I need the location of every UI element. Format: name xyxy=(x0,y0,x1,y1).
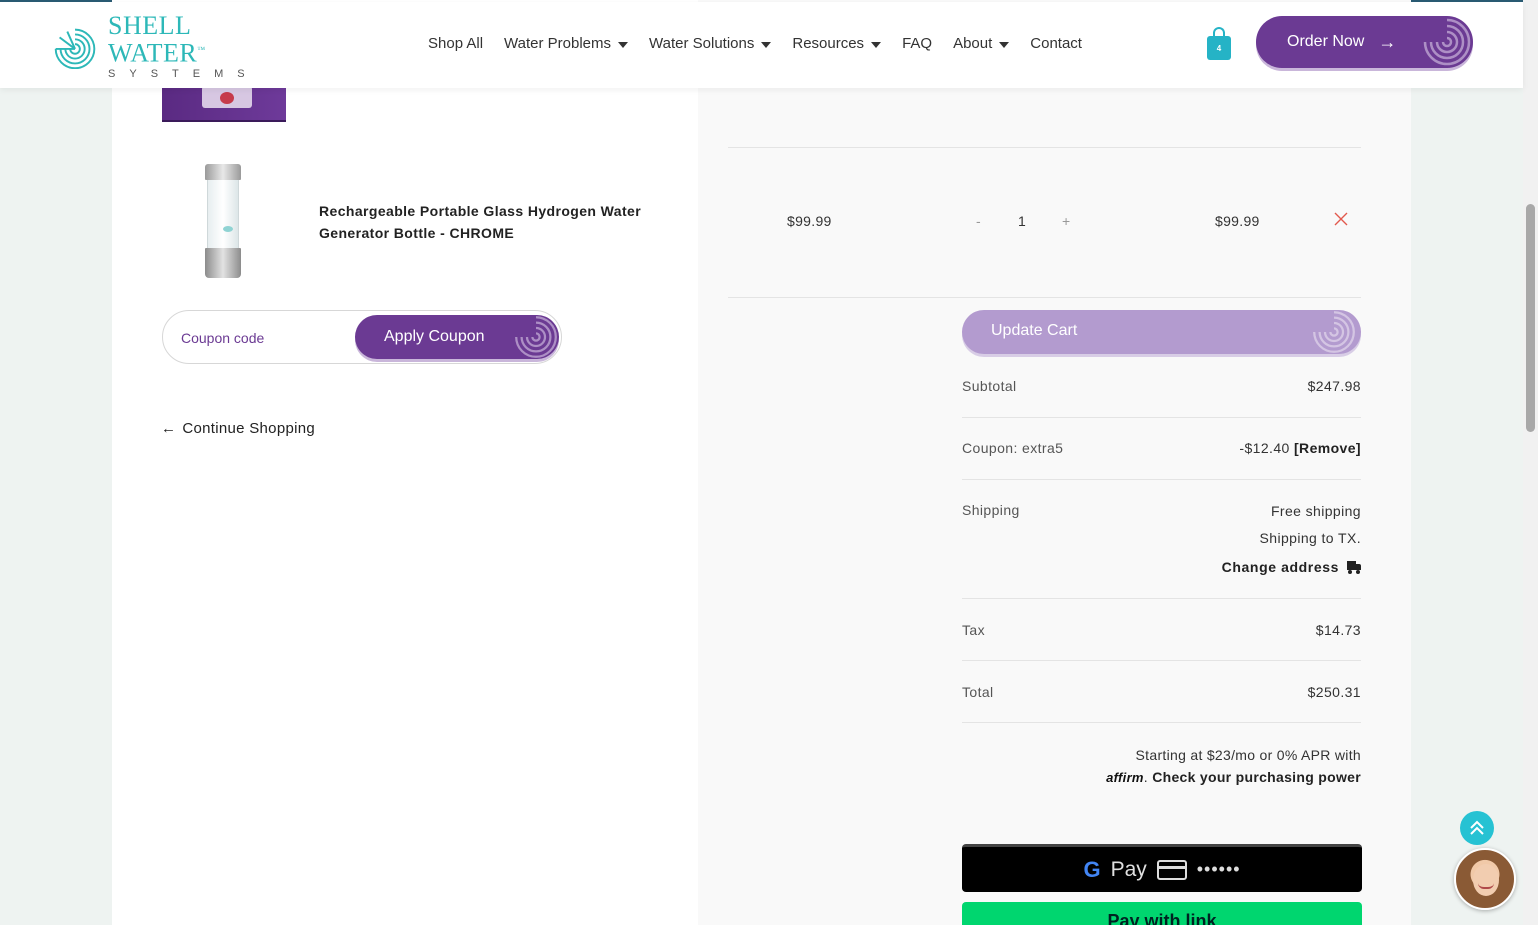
nav-water-problems[interactable]: Water Problems xyxy=(504,35,629,52)
qty-increment-button[interactable]: + xyxy=(1062,213,1070,229)
coupon-label: Coupon: extra5 xyxy=(962,440,1064,456)
subtotal-value: $247.98 xyxy=(1307,378,1361,394)
cart-bag-icon[interactable]: 4 xyxy=(1207,26,1231,60)
arrow-left-icon: ← xyxy=(161,420,177,437)
change-address-label: Change address xyxy=(1221,559,1339,575)
totals-divider xyxy=(962,479,1361,480)
nav-about[interactable]: About xyxy=(953,35,1010,52)
totals-divider xyxy=(962,722,1361,723)
shipping-label: Shipping xyxy=(962,502,1020,518)
total-value: $250.31 xyxy=(1307,684,1361,700)
google-g-icon: G xyxy=(1083,856,1101,882)
shell-decoration-icon xyxy=(1313,311,1355,353)
chat-agent-avatar[interactable] xyxy=(1454,848,1516,910)
truck-icon xyxy=(1347,561,1361,574)
card-mask-dots: •••••• xyxy=(1196,859,1241,879)
logo-trademark: ™ xyxy=(197,45,206,55)
site-header: SHELL WATER™ SYSTEMS Shop All Water Prob… xyxy=(0,2,1523,88)
affirm-promo-text: Starting at $23/mo or 0% APR with xyxy=(1135,747,1361,763)
remove-coupon-link[interactable]: [Remove] xyxy=(1294,440,1361,456)
google-pay-button[interactable]: G Pay •••••• xyxy=(962,844,1362,892)
tax-value: $14.73 xyxy=(1315,622,1361,638)
affirm-check-link[interactable]: Check your purchasing power xyxy=(1152,769,1361,785)
scrollbar-thumb[interactable] xyxy=(1526,204,1535,432)
coupon-discount: -$12.40 [Remove] xyxy=(1239,440,1361,456)
nav-resources[interactable]: Resources xyxy=(792,35,882,52)
row-divider xyxy=(728,297,1361,298)
pay-with-link-button[interactable]: Pay with link xyxy=(962,902,1362,925)
row-divider xyxy=(728,147,1361,148)
page-scrollbar[interactable] xyxy=(1523,0,1538,925)
product-image-bottle[interactable] xyxy=(203,164,243,280)
totals-divider xyxy=(962,417,1361,418)
main-nav: Shop All Water Problems Water Solutions … xyxy=(428,35,1082,52)
coupon-form: Apply Coupon xyxy=(162,310,562,364)
apply-coupon-label: Apply Coupon xyxy=(384,328,485,345)
double-chevron-up-icon xyxy=(1470,820,1484,835)
total-label: Total xyxy=(962,684,994,700)
continue-shopping-link[interactable]: ← Continue Shopping xyxy=(161,420,315,437)
totals-divider xyxy=(962,598,1361,599)
shell-decoration-icon xyxy=(515,316,557,358)
logo-main-text: SHELL WATER xyxy=(108,11,198,68)
nav-water-solutions[interactable]: Water Solutions xyxy=(649,35,772,52)
pay-with-link-label: Pay with link xyxy=(1107,911,1217,925)
change-address-link[interactable]: Change address xyxy=(1222,559,1361,575)
item-price: $99.99 xyxy=(787,213,832,229)
qty-decrement-button[interactable]: - xyxy=(976,213,981,229)
cart-count-badge: 4 xyxy=(1207,36,1231,60)
caret-down-icon xyxy=(761,41,772,48)
nav-faq[interactable]: FAQ xyxy=(902,35,932,52)
nav-shop-all[interactable]: Shop All xyxy=(428,35,483,52)
apply-coupon-button[interactable]: Apply Coupon xyxy=(355,315,559,359)
caret-down-icon xyxy=(871,41,882,48)
tax-label: Tax xyxy=(962,622,985,638)
site-logo[interactable]: SHELL WATER™ SYSTEMS xyxy=(48,13,288,80)
nav-contact[interactable]: Contact xyxy=(1030,35,1082,52)
order-now-label: Order Now xyxy=(1287,33,1365,50)
remove-item-icon[interactable] xyxy=(1333,211,1349,227)
shell-logo-icon xyxy=(54,28,96,69)
logo-sub-text: SYSTEMS xyxy=(108,67,259,80)
cart-items-panel xyxy=(112,0,698,925)
order-now-button[interactable]: Order Now → xyxy=(1256,16,1473,68)
product-name-link[interactable]: Rechargeable Portable Glass Hydrogen Wat… xyxy=(319,200,669,244)
affirm-logo: affirm xyxy=(1106,770,1144,785)
shell-decoration-icon xyxy=(1423,18,1471,66)
update-cart-button[interactable]: Update Cart xyxy=(962,310,1361,354)
update-cart-label: Update Cart xyxy=(991,322,1078,339)
subtotal-label: Subtotal xyxy=(962,378,1017,394)
affirm-promo: Starting at $23/mo or 0% APR with affirm… xyxy=(1106,747,1361,785)
caret-down-icon xyxy=(618,41,629,48)
continue-shopping-label: Continue Shopping xyxy=(182,420,316,437)
shipping-method: Free shipping xyxy=(1270,503,1361,519)
shipping-destination: Shipping to TX. xyxy=(1259,530,1361,546)
totals-divider xyxy=(962,660,1361,661)
coupon-input[interactable] xyxy=(181,325,341,351)
product-image-previous[interactable] xyxy=(162,84,286,122)
gpay-pay-label: Pay xyxy=(1110,857,1147,881)
card-icon xyxy=(1156,859,1187,880)
item-subtotal: $99.99 xyxy=(1215,213,1260,229)
arrow-right-icon: → xyxy=(1378,31,1397,52)
caret-down-icon xyxy=(999,41,1010,48)
scroll-to-top-button[interactable] xyxy=(1460,811,1494,845)
qty-value[interactable]: 1 xyxy=(1018,213,1026,229)
coupon-value: -$12.40 xyxy=(1239,440,1290,456)
